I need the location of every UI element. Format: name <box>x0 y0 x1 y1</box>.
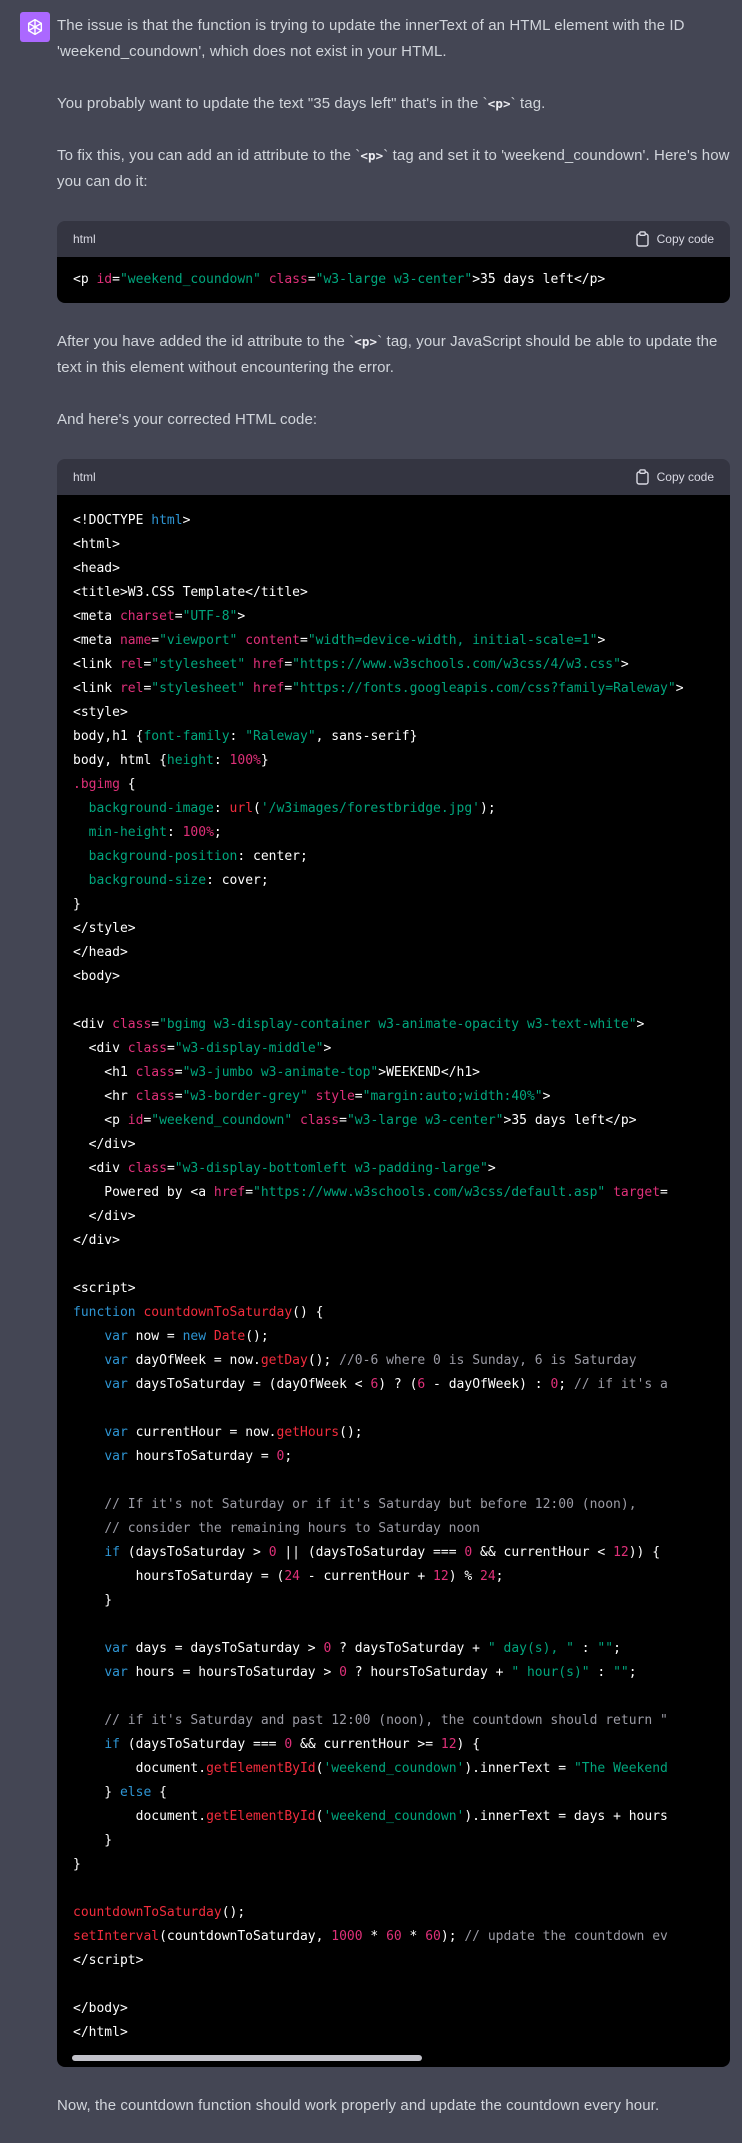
code-block: html Copy code <!DOCTYPE html> <html> <hea… <box>57 459 730 2067</box>
code-block-header: html Copy code <box>57 221 730 257</box>
code-line: <p id="weekend_coundown" class="w3-large… <box>73 272 606 287</box>
code-content: <!DOCTYPE html> <html> <head> <title>W3.CSS… <box>57 495 730 2067</box>
code-line: <title>W3.CSS Template</title> <box>73 585 308 600</box>
code-line: </div> <box>73 1233 120 1248</box>
inline-code: <p> <box>354 334 378 349</box>
code-line: document.getElementById('weekend_coundow… <box>73 1761 668 1776</box>
code-line: if (daysToSaturday > 0 || (daysToSaturda… <box>104 1545 661 1560</box>
code-line: <head> <box>73 561 120 576</box>
code-line: <div class="w3-display-middle"> <box>73 1041 332 1056</box>
code-content: <p id="weekend_coundown" class="w3-large… <box>57 257 730 303</box>
code-line: <body> <box>73 969 120 984</box>
message-paragraph: You probably want to update the text "35… <box>57 95 546 112</box>
code-line: </script> <box>73 1953 144 1968</box>
code-line: </div> <box>73 1137 136 1152</box>
code-line: <hr class="w3-border-grey" style="margin… <box>73 1089 551 1104</box>
code-line: body, html {height: 100%} <box>73 753 269 768</box>
code-line: </body> <box>73 2001 128 2016</box>
message-paragraph: After you have added the id attribute to… <box>57 333 718 376</box>
copy-code-label: Copy code <box>656 470 714 484</box>
code-block-header: html Copy code <box>57 459 730 495</box>
code-line: <script> <box>73 1281 136 1296</box>
message-content: The issue is that the function is trying… <box>57 0 730 2119</box>
clipboard-icon <box>635 469 650 485</box>
message-paragraph: And here's your corrected HTML code: <box>57 411 318 428</box>
code-line: var dayOfWeek = now.getDay(); //0-6 wher… <box>104 1353 637 1368</box>
code-line: countdownToSaturday(); <box>73 1905 246 1920</box>
inline-code: <p> <box>360 148 384 163</box>
assistant-message: The issue is that the function is trying… <box>0 0 742 2143</box>
horizontal-scrollbar[interactable] <box>72 2055 422 2061</box>
code-line: <link rel="stylesheet" href="https://fon… <box>73 681 684 696</box>
code-line: <div class="bgimg w3-display-container w… <box>73 1017 645 1032</box>
message-paragraph: Now, the countdown function should work … <box>57 2097 660 2114</box>
code-line: .bgimg { <box>73 777 136 792</box>
code-line: </div> <box>73 1209 136 1224</box>
code-line: <style> <box>73 705 128 720</box>
code-line: </html> <box>73 2025 128 2040</box>
code-line: } <box>73 897 81 912</box>
clipboard-icon <box>635 231 650 247</box>
code-line: document.getElementById('weekend_coundow… <box>73 1809 668 1824</box>
code-line: var days = daysToSaturday > 0 ? daysToSa… <box>104 1641 621 1656</box>
code-line: </style> <box>73 921 136 936</box>
code-line: var hours = hoursToSaturday > 0 ? hoursT… <box>104 1665 637 1680</box>
copy-code-button[interactable]: Copy code <box>635 231 714 247</box>
message-paragraph: To fix this, you can add an id attribute… <box>57 147 730 190</box>
code-line: background-position: center; <box>88 849 308 864</box>
code-line: <html> <box>73 537 120 552</box>
code-line: body,h1 {font-family: "Raleway", sans-se… <box>73 729 418 744</box>
code-line: function countdownToSaturday() { <box>73 1305 324 1320</box>
code-line: // if it's Saturday and past 12:00 (noon… <box>104 1713 668 1728</box>
code-line: // If it's not Saturday or if it's Satur… <box>104 1497 637 1512</box>
code-line: <link rel="stylesheet" href="https://www… <box>73 657 629 672</box>
code-line: // consider the remaining hours to Satur… <box>104 1521 480 1536</box>
code-line: background-image: url('/w3images/forestb… <box>88 801 496 816</box>
code-line: <meta name="viewport" content="width=dev… <box>73 633 606 648</box>
copy-code-button[interactable]: Copy code <box>635 469 714 485</box>
code-line: var hoursToSaturday = 0; <box>104 1449 293 1464</box>
code-block: html Copy code <p id="weekend_coundown" … <box>57 221 730 303</box>
code-line: <p id="weekend_coundown" class="w3-large… <box>73 1113 637 1128</box>
code-line: <h1 class="w3-jumbo w3-animate-top">WEEK… <box>73 1065 481 1080</box>
code-line: } else { <box>73 1785 167 1800</box>
inline-code: <p> <box>487 96 511 111</box>
code-line: background-size: cover; <box>88 873 269 888</box>
code-line: } <box>73 1593 113 1608</box>
code-line: var currentHour = now.getHours(); <box>104 1425 363 1440</box>
code-line: } <box>73 1857 81 1872</box>
language-label: html <box>73 470 96 484</box>
code-line: </head> <box>73 945 128 960</box>
code-line: <meta charset="UTF-8"> <box>73 609 246 624</box>
code-line: } <box>73 1833 113 1848</box>
code-line: var now = new Date(); <box>104 1329 269 1344</box>
message-paragraph: The issue is that the function is trying… <box>57 17 685 60</box>
code-line: setInterval(countdownToSaturday, 1000 * … <box>73 1929 668 1944</box>
code-line: min-height: 100%; <box>88 825 222 840</box>
language-label: html <box>73 232 96 246</box>
code-line: hoursToSaturday = (24 - currentHour + 12… <box>73 1569 504 1584</box>
openai-avatar <box>20 12 50 42</box>
code-line: Powered by <a href="https://www.w3school… <box>73 1185 668 1200</box>
code-line: if (daysToSaturday === 0 && currentHour … <box>104 1737 481 1752</box>
openai-logo-icon <box>25 17 45 37</box>
code-line: <!DOCTYPE html> <box>73 513 191 528</box>
code-line: <div class="w3-display-bottomleft w3-pad… <box>73 1161 496 1176</box>
copy-code-label: Copy code <box>656 232 714 246</box>
code-line: var daysToSaturday = (dayOfWeek < 6) ? (… <box>104 1377 668 1392</box>
